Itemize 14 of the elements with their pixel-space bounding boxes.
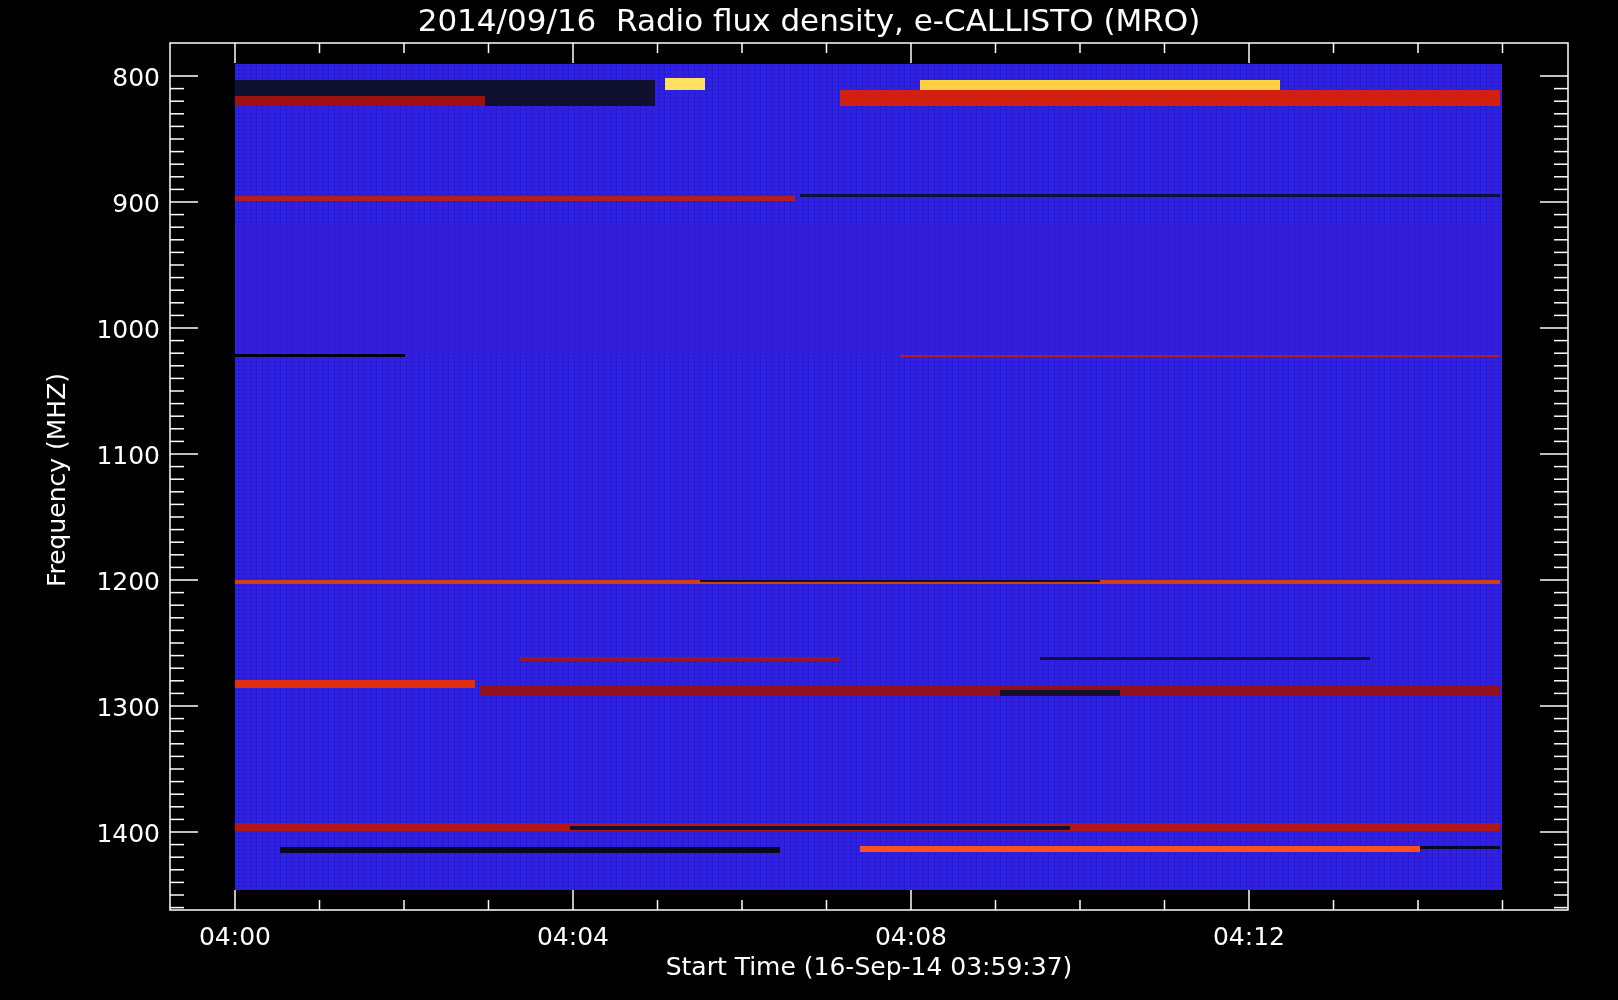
axis-tick-label: 04:04 [537,922,609,951]
axis-tick-label: 900 [112,189,160,218]
axis-tick-label: 1300 [96,693,160,722]
axis-tick-label: 1400 [96,819,160,848]
axis-tick-label: 800 [112,63,160,92]
axis-tick-label: 04:08 [875,922,947,951]
axis-tick-label: 04:00 [199,922,271,951]
axis-tick-label: 1200 [96,567,160,596]
axis-title: Start Time (16-Sep-14 03:59:37) [665,952,1073,981]
axis-tick-label: 04:12 [1213,922,1285,951]
axis-title: Frequency (MHZ) [42,372,71,588]
axis-tick-label: 1000 [96,315,160,344]
chart-title: 2014/09/16 Radio flux density, e-CALLISTO (MRO) [417,2,1201,38]
axis-tick-label: 1100 [96,441,160,470]
